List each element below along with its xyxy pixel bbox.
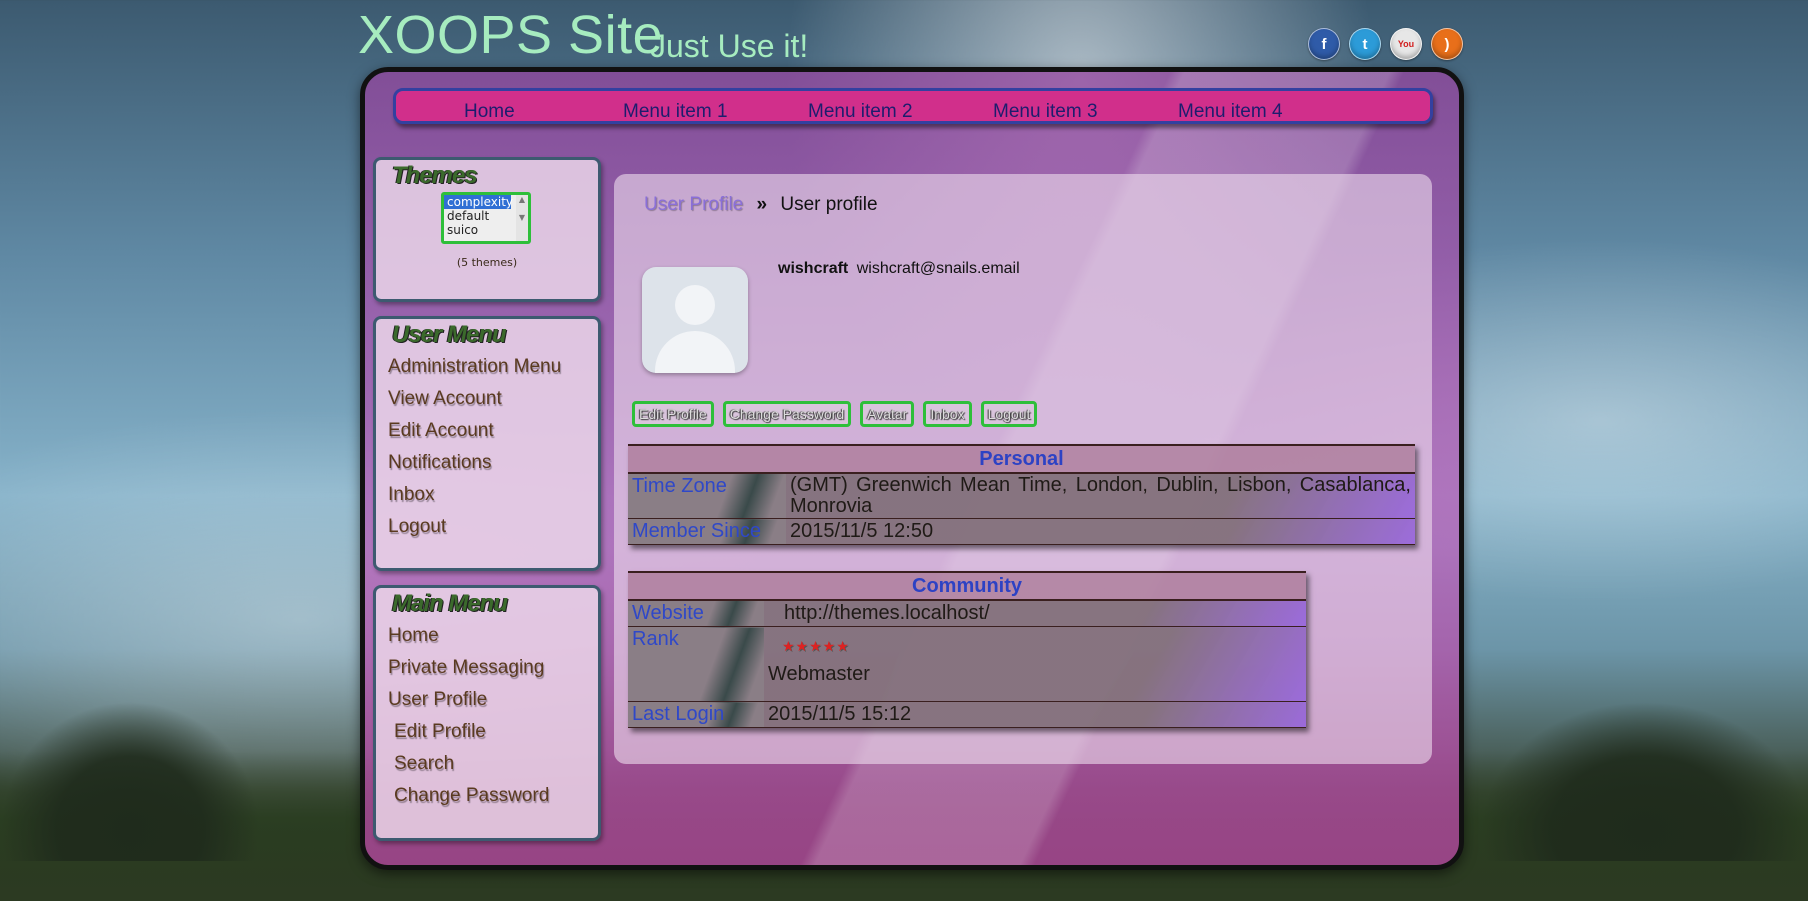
profile-actions: Edit Profile Change Password Avatar Inbo… — [632, 401, 1038, 427]
breadcrumb-separator: » — [756, 194, 768, 215]
main-menu-private-messaging[interactable]: Private Messaging — [388, 652, 549, 684]
avatar-button[interactable]: Avatar — [860, 401, 915, 427]
timezone-label: Time Zone — [628, 473, 786, 519]
username: wishcraft — [778, 260, 849, 277]
table-row: Time Zone (GMT) Greenwich Mean Time, Lon… — [628, 473, 1415, 519]
breadcrumb: User Profile » User profile — [644, 194, 878, 216]
nav-menu-item-1[interactable]: Menu item 1 — [623, 101, 728, 123]
theme-select-list[interactable]: complexity default suico ▲ ▼ — [441, 192, 531, 244]
rank-stars-icon: ★★★★★ — [782, 638, 850, 654]
theme-option[interactable]: complexity — [444, 195, 513, 209]
profile-content-panel: User Profile » User profile wishcraft wi… — [614, 174, 1432, 764]
table-row: Member Since 2015/11/5 12:50 — [628, 518, 1415, 545]
last-login-label: Last Login — [628, 701, 764, 728]
inbox-button[interactable]: Inbox — [923, 401, 972, 427]
last-login-value: 2015/11/5 15:12 — [764, 701, 1306, 728]
logout-button[interactable]: Logout — [980, 401, 1038, 427]
website-label: Website — [628, 600, 764, 627]
breadcrumb-user-profile-link[interactable]: User Profile — [644, 194, 743, 215]
table-row: Last Login 2015/11/5 15:12 — [628, 701, 1306, 728]
user-menu-edit-account[interactable]: Edit Account — [388, 415, 561, 447]
rank-cell: ★★★★★ Webmaster — [764, 626, 1306, 702]
youtube-icon[interactable]: You — [1390, 28, 1422, 60]
avatar — [642, 267, 748, 373]
personal-table: Personal Time Zone (GMT) Greenwich Mean … — [628, 444, 1415, 545]
rss-icon[interactable]: ) — [1431, 28, 1463, 60]
timezone-value: (GMT) Greenwich Mean Time, London, Dubli… — [786, 473, 1415, 519]
user-menu-administration[interactable]: Administration Menu — [388, 351, 561, 383]
twitter-icon[interactable]: t — [1349, 28, 1381, 60]
themes-count: (5 themes) — [456, 256, 518, 269]
main-menu-title: Main Menu — [392, 590, 508, 617]
user-menu-block: User Menu Administration Menu View Accou… — [373, 316, 601, 571]
themes-block: Themes complexity default suico ▲ ▼ (5 th… — [373, 157, 601, 302]
rank-label: Rank — [628, 626, 764, 702]
background-trees-left — [0, 701, 260, 861]
themes-block-title: Themes — [392, 162, 478, 189]
user-menu-title: User Menu — [392, 321, 507, 348]
user-menu-view-account[interactable]: View Account — [388, 383, 561, 415]
table-row: Website http://themes.localhost/ — [628, 600, 1306, 627]
social-links: f t You ) — [1308, 28, 1463, 60]
user-identity: wishcraft wishcraft@snails.email — [778, 260, 1020, 278]
table-row: Rank ★★★★★ Webmaster — [628, 626, 1306, 702]
background-trees-right — [1480, 701, 1808, 861]
site-title[interactable]: XOOPS Site — [358, 4, 663, 66]
main-menu-search[interactable]: Search — [388, 748, 549, 780]
breadcrumb-current: User profile — [780, 194, 878, 215]
user-menu-inbox[interactable]: Inbox — [388, 479, 561, 511]
member-since-label: Member Since — [628, 518, 786, 545]
user-menu-logout[interactable]: Logout — [388, 511, 561, 543]
main-menu-block: Main Menu Home Private Messaging User Pr… — [373, 585, 601, 841]
main-menu-user-profile[interactable]: User Profile — [388, 684, 549, 716]
website-link[interactable]: http://themes.localhost/ — [764, 600, 1306, 627]
nav-menu-item-4[interactable]: Menu item 4 — [1178, 101, 1283, 123]
user-email: wishcraft@snails.email — [856, 260, 1020, 277]
edit-profile-button[interactable]: Edit Profile — [632, 401, 714, 427]
nav-menu-item-2[interactable]: Menu item 2 — [808, 101, 913, 123]
theme-list-scrollbar[interactable]: ▲ ▼ — [516, 195, 528, 241]
avatar-head-shape — [675, 285, 715, 325]
member-since-value: 2015/11/5 12:50 — [786, 518, 1415, 545]
community-heading: Community — [628, 571, 1306, 601]
main-menu-home[interactable]: Home — [388, 620, 549, 652]
rank-value: Webmaster — [768, 663, 870, 685]
main-menu-change-password[interactable]: Change Password — [388, 780, 549, 812]
nav-menu-item-3[interactable]: Menu item 3 — [993, 101, 1098, 123]
change-password-button[interactable]: Change Password — [722, 401, 852, 427]
site-slogan: Just Use it! — [650, 28, 809, 64]
avatar-body-shape — [655, 331, 735, 373]
main-menu-edit-profile[interactable]: Edit Profile — [388, 716, 549, 748]
user-menu-notifications[interactable]: Notifications — [388, 447, 561, 479]
main-navbar: Home Menu item 1 Menu item 2 Menu item 3… — [393, 88, 1433, 124]
community-table: Community Website http://themes.localhos… — [628, 571, 1306, 728]
facebook-icon[interactable]: f — [1308, 28, 1340, 60]
nav-home[interactable]: Home — [464, 101, 515, 123]
personal-heading: Personal — [628, 444, 1415, 474]
